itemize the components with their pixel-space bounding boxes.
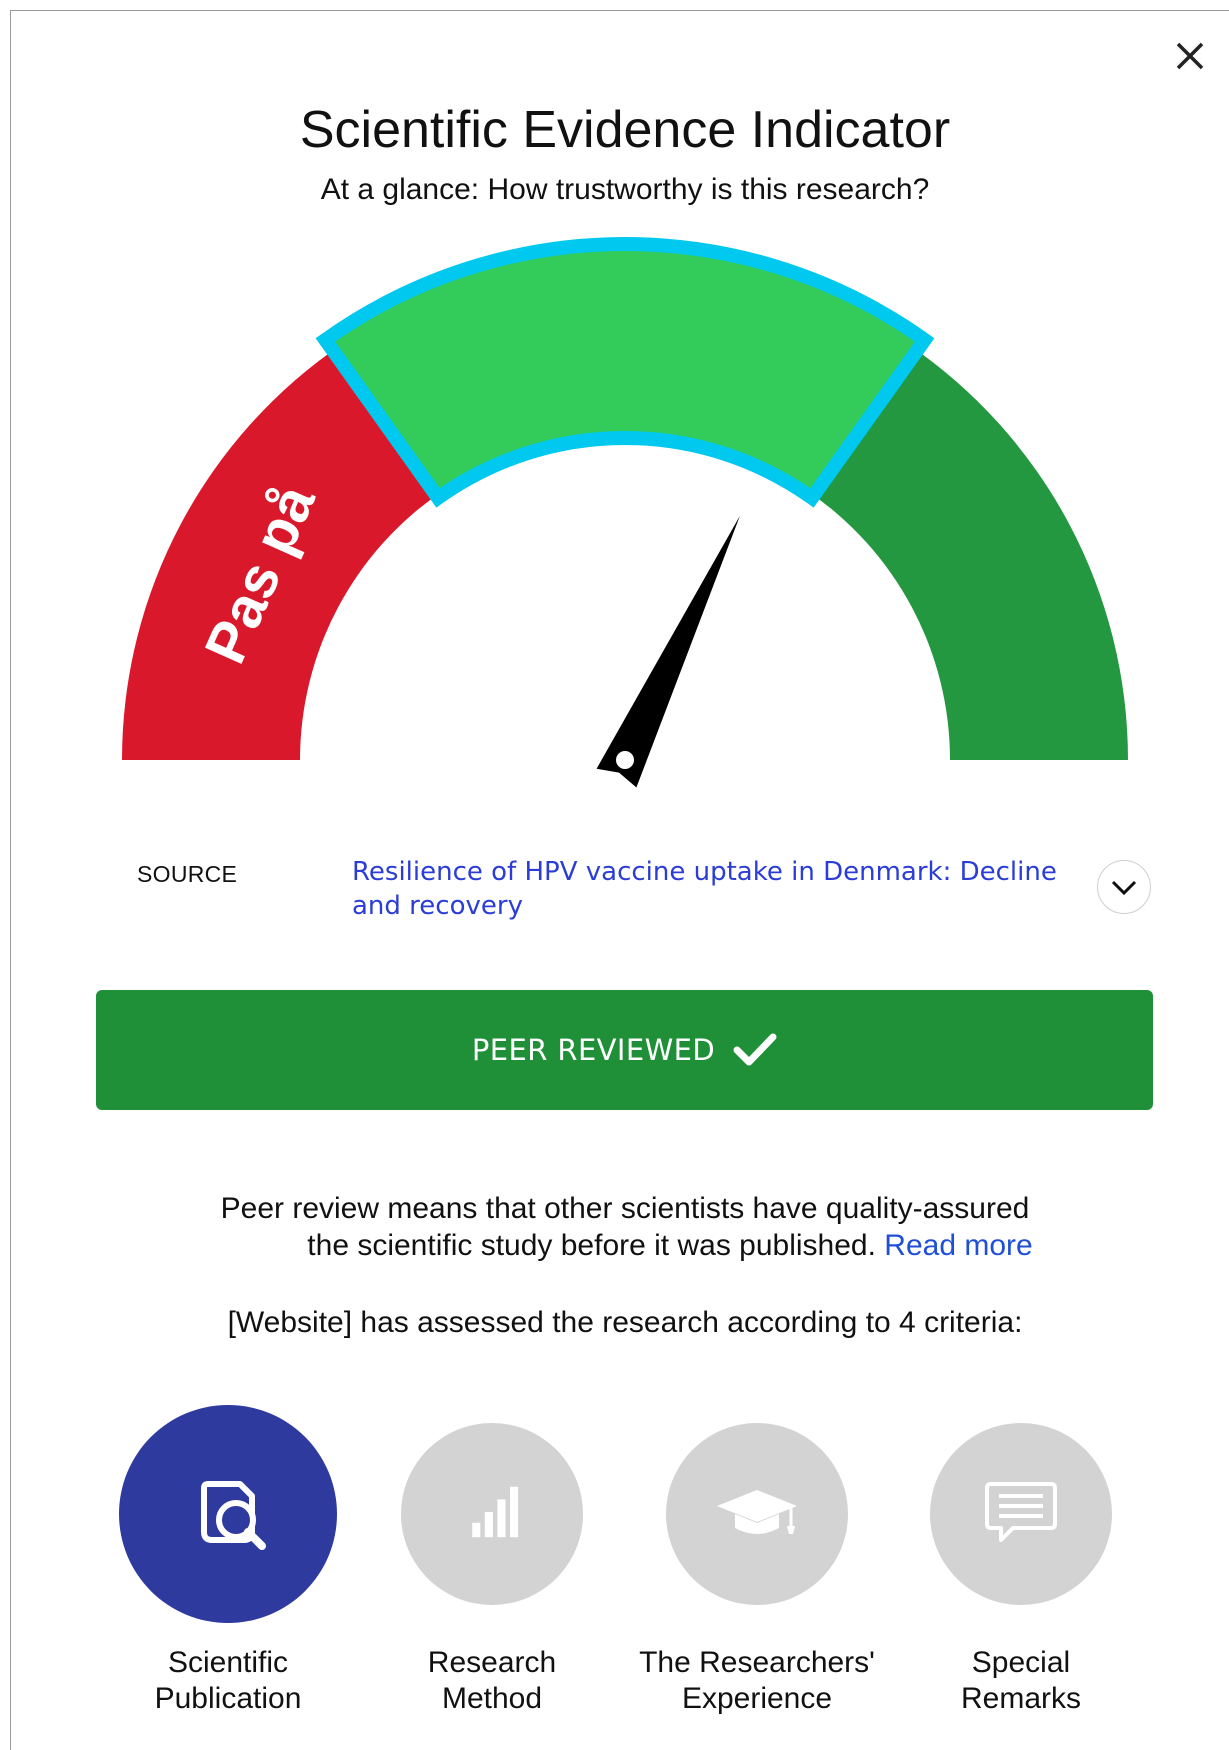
source-expand-button[interactable] — [1097, 860, 1151, 914]
criterion-2[interactable]: Research Method — [362, 1400, 622, 1715]
evidence-gauge: Pas på — [122, 237, 1128, 788]
speech-bubble-icon — [971, 1462, 1071, 1567]
criterion-label: The Researchers' Experience — [627, 1645, 887, 1717]
criteria-list: Scientific Publication Research Method The… — [0, 1400, 1229, 1730]
criterion-active-circle — [119, 1405, 337, 1623]
criterion-label-line-1: The Researchers' — [639, 1646, 875, 1679]
description-line-2: the scientific study before it was publi… — [307, 1229, 876, 1262]
criterion-inactive-circle — [930, 1423, 1112, 1605]
criteria-intro: [Website] has assessed the research acco… — [227, 1306, 1023, 1339]
criterion-3[interactable]: The Researchers' Experience — [627, 1400, 887, 1715]
peer-reviewed-badge: PEER REVIEWED — [96, 990, 1153, 1110]
criterion-inactive-circle — [666, 1423, 848, 1605]
peer-review-description: Peer review means that other scientists … — [0, 1190, 1229, 1264]
gauge-zone-middle — [315, 237, 935, 508]
document-search-icon — [178, 1462, 278, 1567]
criterion-label: Special Remarks — [891, 1645, 1151, 1717]
criterion-label-line-2: Publication — [154, 1682, 302, 1715]
criterion-label-line-2: Experience — [681, 1682, 833, 1715]
chevron-down-icon — [1111, 880, 1137, 896]
criterion-label-line-1: Scientific — [167, 1646, 289, 1679]
criterion-1[interactable]: Scientific Publication — [98, 1400, 358, 1715]
graduation-cap-icon — [707, 1462, 807, 1567]
criterion-label: Scientific Publication — [98, 1645, 358, 1717]
checkmark-icon — [733, 1033, 777, 1066]
criterion-label: Research Method — [362, 1645, 622, 1717]
criterion-label-line-1: Special — [971, 1646, 1071, 1679]
description-line-1: Peer review means that other scientists … — [220, 1192, 1030, 1225]
bar-chart-icon — [447, 1467, 537, 1562]
criterion-label-line-1: Research — [427, 1646, 557, 1679]
source-link[interactable]: Resilience of HPV vaccine uptake in Denm… — [352, 855, 1092, 923]
source-label: SOURCE — [137, 861, 238, 887]
criterion-label-line-2: Method — [441, 1682, 543, 1715]
peer-reviewed-label: PEER REVIEWED — [471, 1033, 716, 1067]
criterion-label-line-2: Remarks — [960, 1682, 1081, 1715]
read-more-link[interactable]: Read more — [884, 1229, 1032, 1262]
gauge-needle — [596, 515, 740, 788]
criterion-4[interactable]: Special Remarks — [891, 1400, 1151, 1715]
criterion-inactive-circle — [401, 1423, 583, 1605]
